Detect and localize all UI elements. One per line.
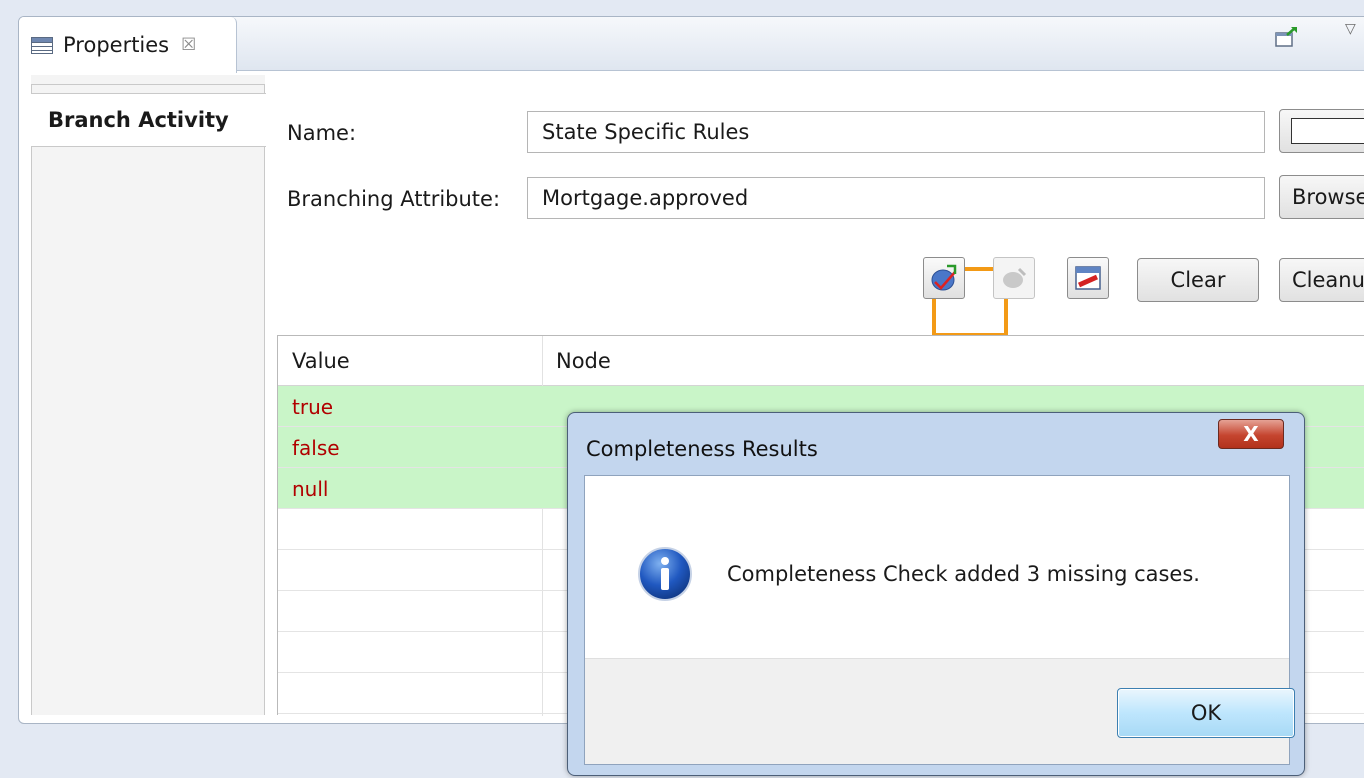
column-header-node[interactable]: Node <box>542 336 1342 386</box>
view-menu-icon[interactable]: ▽ <box>1345 21 1356 37</box>
cleanup-button[interactable]: Cleanu <box>1279 258 1364 302</box>
properties-icon <box>31 36 53 54</box>
close-icon[interactable]: ☒ <box>181 35 196 55</box>
table-edit-icon <box>1075 266 1101 290</box>
disabled-rule-icon <box>1003 267 1027 288</box>
section-tab-branch-activity[interactable]: Branch Activity <box>31 93 266 147</box>
pin-view-icon[interactable] <box>1274 25 1298 49</box>
table-edit-button[interactable] <box>1067 257 1109 299</box>
color-picker-button[interactable] <box>1279 109 1364 153</box>
completeness-dialog: Completeness Results X Completeness Chec… <box>567 412 1305 776</box>
disabled-rule-button[interactable] <box>993 257 1035 299</box>
dialog-body: Completeness Check added 3 missing cases… <box>584 475 1295 765</box>
browse-button[interactable]: Browse <box>1279 175 1364 219</box>
branching-attribute-label: Branching Attribute: <box>287 187 501 211</box>
column-header-value[interactable]: Value <box>278 336 542 386</box>
name-field[interactable]: State Specific Rules <box>527 111 1265 153</box>
color-swatch <box>1291 118 1364 144</box>
completeness-check-button[interactable] <box>923 257 965 299</box>
clear-button[interactable]: Clear <box>1137 258 1259 302</box>
row-value: null <box>292 476 329 501</box>
dialog-message: Completeness Check added 3 missing cases… <box>727 562 1200 586</box>
row-value: false <box>292 435 340 460</box>
row-value: true <box>292 394 334 419</box>
tab-properties-label: Properties <box>63 33 170 57</box>
tab-properties[interactable]: Properties ☒ <box>19 17 237 73</box>
name-label: Name: <box>287 121 357 145</box>
section-tab-divider <box>31 75 265 85</box>
section-tab-list <box>31 75 265 715</box>
ok-button[interactable]: OK <box>1117 688 1295 738</box>
table-header: Value Node <box>278 336 1364 386</box>
dialog-title: Completeness Results <box>586 437 818 461</box>
completeness-check-icon <box>931 264 957 291</box>
view-tab-bar: Properties ☒ ▽ <box>19 17 1364 73</box>
info-icon <box>638 547 692 601</box>
branching-attribute-field[interactable]: Mortgage.approved <box>527 177 1265 219</box>
dialog-close-button[interactable]: X <box>1218 419 1284 449</box>
